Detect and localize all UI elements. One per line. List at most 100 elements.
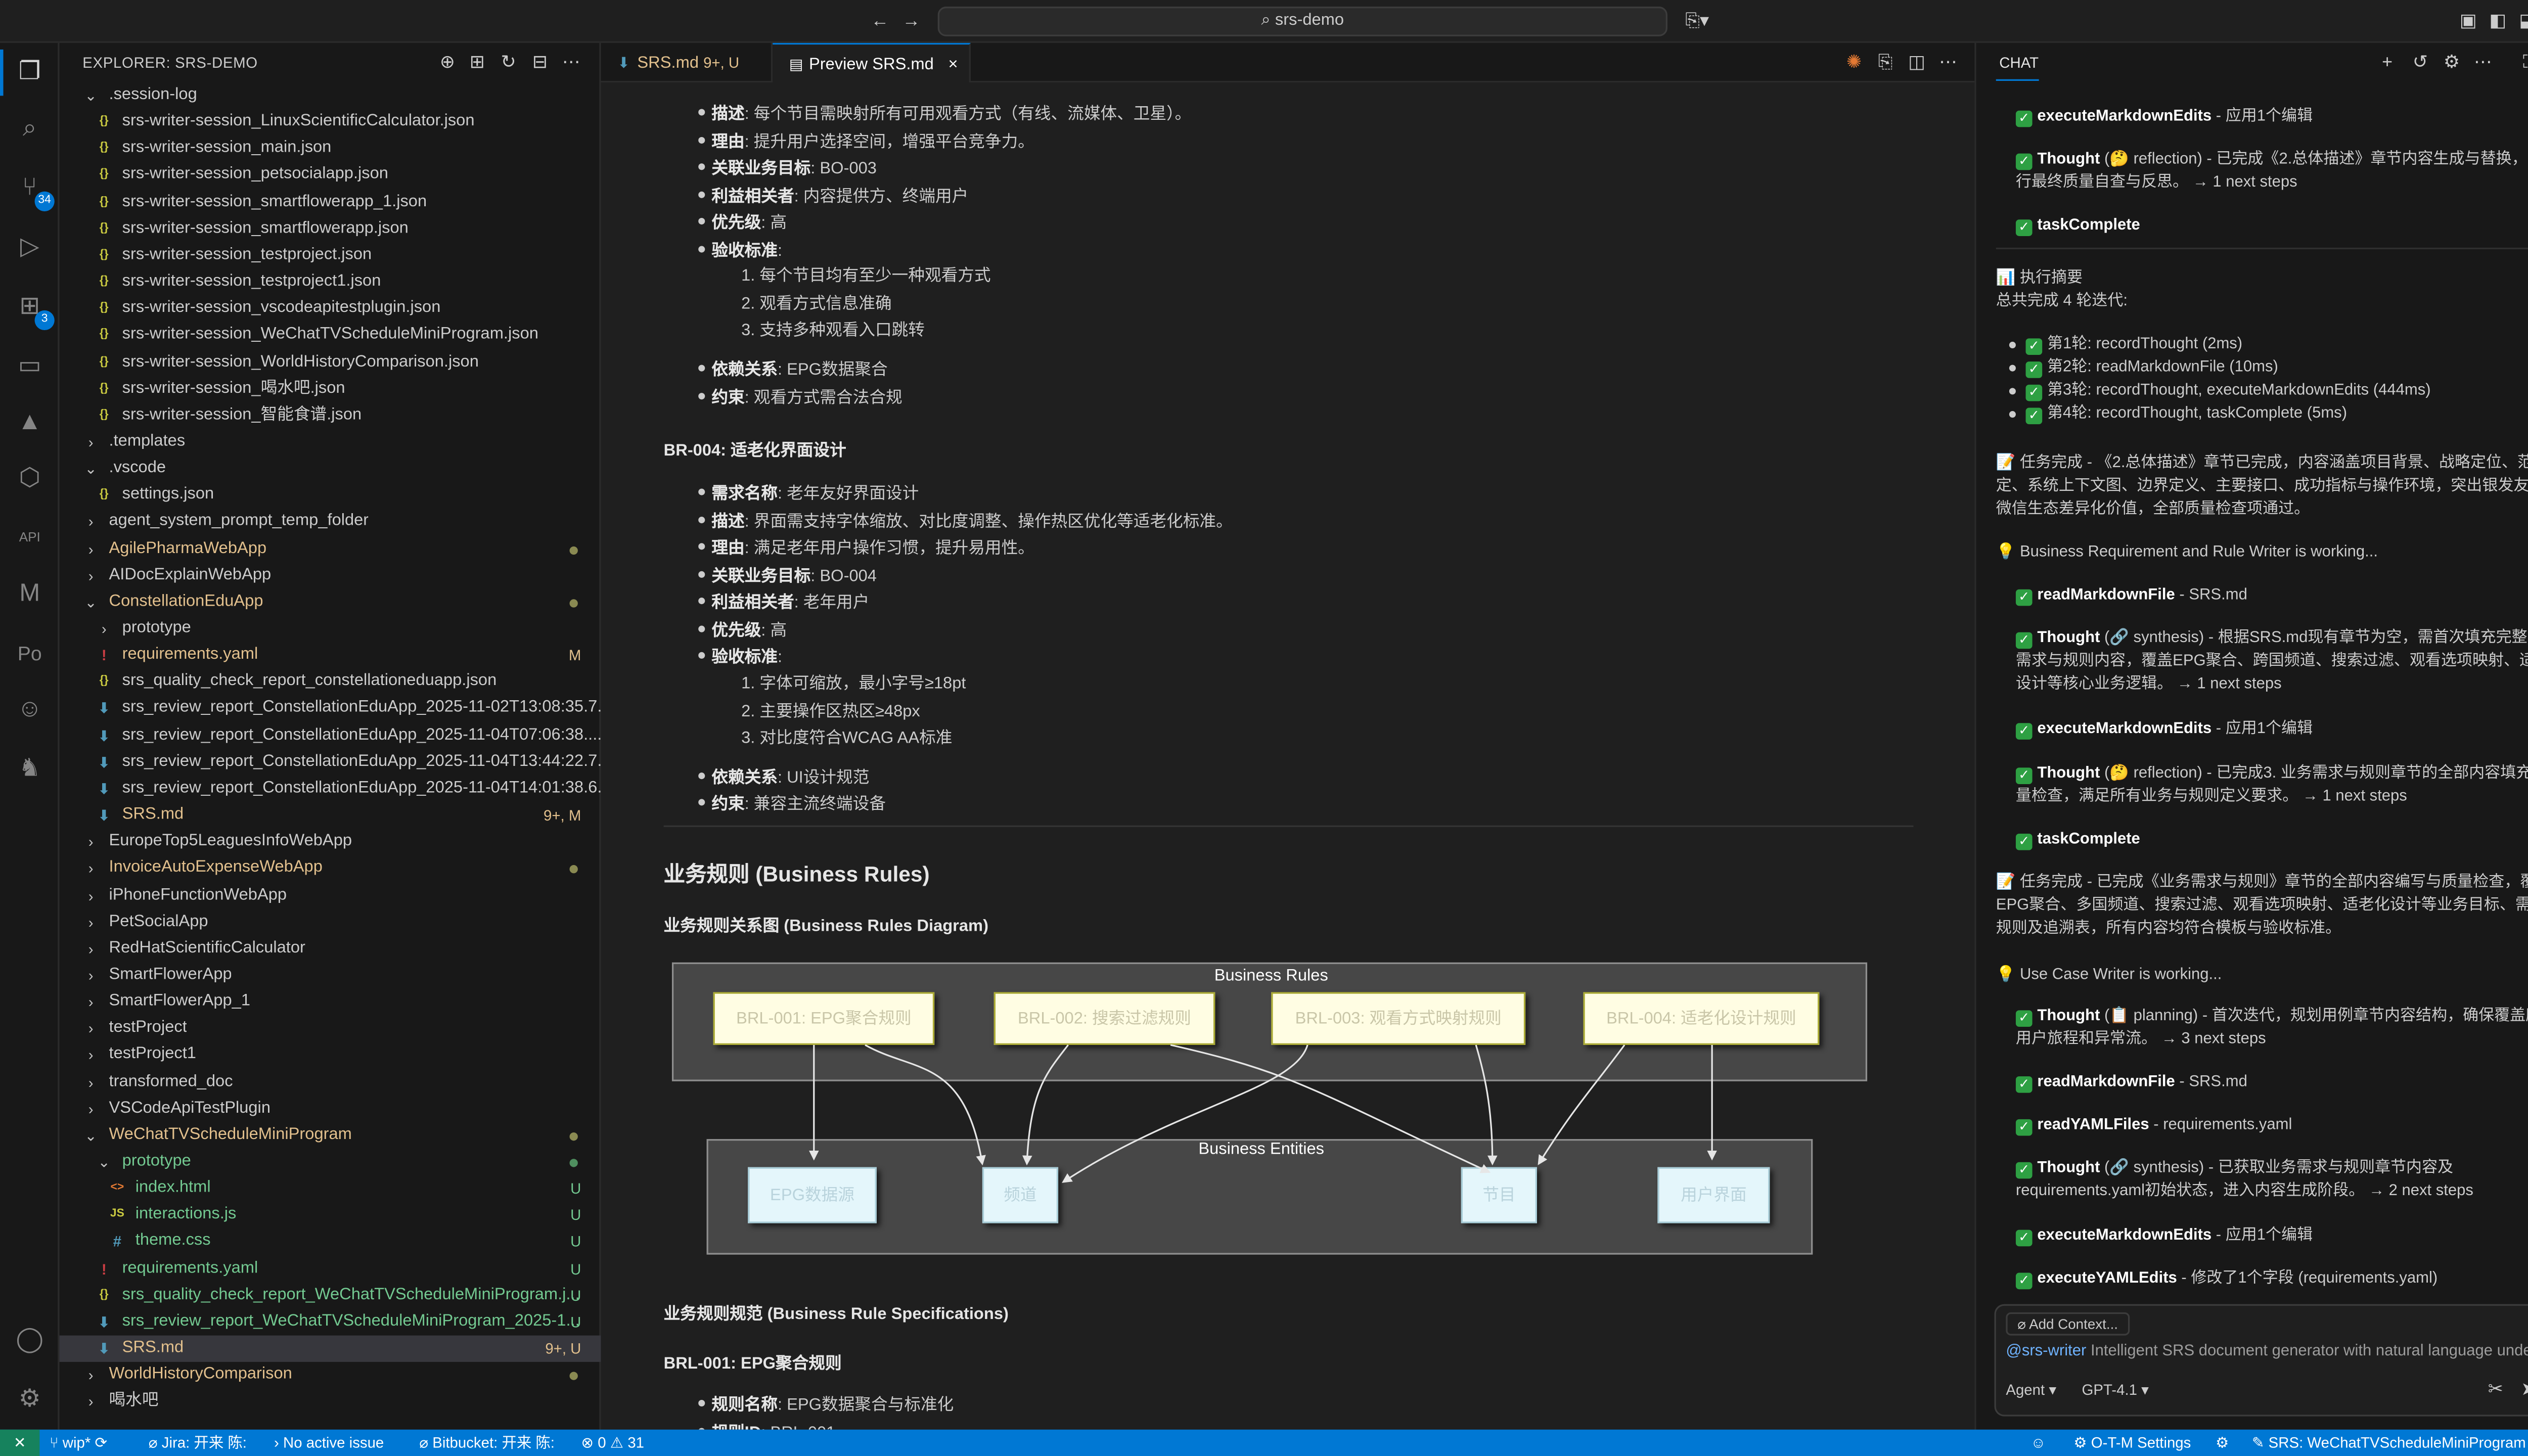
tree-folder[interactable]: › AgilePharmaWebApp [60, 536, 601, 562]
tree-file[interactable]: # theme.css U [60, 1229, 601, 1255]
tree-file[interactable]: {} settings.json [60, 482, 601, 509]
collapse-all-icon[interactable]: ⊟ [528, 51, 552, 74]
tree-folder[interactable]: › iPhoneFunctionWebApp [60, 882, 601, 908]
sync-status-icon[interactable]: ⚙ [2216, 1430, 2229, 1456]
tab-preview-srs-md[interactable]: ▤ Preview SRS.md × [773, 42, 971, 83]
tree-file[interactable]: ⬇ srs_review_report_ConstellationEduApp_2… [60, 776, 601, 802]
add-context-button[interactable]: ⌀ Add Context... [2006, 1312, 2130, 1336]
spark-icon[interactable]: ✺ [1842, 51, 1866, 74]
bot-icon[interactable]: ☺ [10, 690, 50, 730]
new-file-icon[interactable]: ⊕ [436, 51, 459, 74]
command-center-search[interactable]: ⌕ srs-demo [937, 7, 1667, 36]
source-control-icon[interactable]: ⑂ 34 [10, 168, 55, 211]
model-picker[interactable]: GPT-4.1 ▾ [2082, 1382, 2149, 1400]
tree-folder[interactable]: › transformed_doc [60, 1069, 601, 1095]
tree-folder[interactable]: › VSCodeApiTestPlugin [60, 1096, 601, 1122]
send-icon[interactable]: ➤▾ [2521, 1379, 2528, 1400]
tree-folder[interactable]: › InvoiceAutoExpenseWebApp [60, 856, 601, 882]
tree-file[interactable]: {} srs-writer-session_petsocialapp.json [60, 162, 601, 189]
tree-folder[interactable]: › EuropeTop5LeaguesInfoWebApp [60, 829, 601, 855]
search-icon[interactable]: ⌕ [10, 109, 50, 149]
forward-arrow-icon[interactable]: → [900, 10, 923, 33]
account-icon[interactable]: ◯ [10, 1321, 50, 1360]
problems-status[interactable]: ⊗ 0 ⚠ 31 [581, 1430, 644, 1456]
jira-status[interactable]: ⌀ Jira: 开来 陈: [149, 1430, 247, 1456]
run-debug-icon[interactable]: ▷ [10, 228, 50, 267]
tree-file[interactable]: ! requirements.yaml M [60, 643, 601, 669]
tree-folder[interactable]: ⌄ WeChatTVScheduleMiniProgram [60, 1122, 601, 1149]
tree-folder[interactable]: › WorldHistoryComparison [60, 1362, 601, 1388]
refresh-icon[interactable]: ↻ [497, 51, 520, 74]
more-actions-icon[interactable]: ⋯ [560, 51, 583, 74]
bitbucket-status[interactable]: ⌀ Bitbucket: 开来 陈: [419, 1430, 555, 1456]
mode-picker[interactable]: Agent ▾ [2006, 1382, 2056, 1400]
otm-settings[interactable]: ⚙ O-T-M Settings [2073, 1430, 2191, 1456]
tree-file[interactable]: {} srs-writer-session_智能食谱.json [60, 402, 601, 429]
chat-more-icon[interactable]: ⋯ [2471, 51, 2495, 74]
po-icon[interactable]: Po [10, 634, 50, 673]
tree-folder[interactable]: › RedHatScientificCalculator [60, 936, 601, 962]
copilot-status-icon[interactable]: ☺ [2030, 1430, 2046, 1456]
back-arrow-icon[interactable]: ← [869, 10, 892, 33]
tree-file[interactable]: ⬇ srs_review_report_ConstellationEduApp_2… [60, 749, 601, 776]
tree-file[interactable]: {} srs-writer-session_WeChatTVScheduleMin… [60, 323, 601, 349]
customize-layout-icon[interactable]: ▣ [2457, 10, 2480, 33]
tree-file[interactable]: ⬇ SRS.md 9+, M [60, 802, 601, 829]
merge-icon[interactable]: M [10, 574, 50, 614]
tab-srs-md[interactable]: ⬇ SRS.md 9+, U [601, 42, 773, 83]
copilot-icon[interactable]: ⎘▾ [1681, 10, 1713, 33]
tree-file[interactable]: {} srs_quality_check_report_WeChatTVSched… [60, 1282, 601, 1308]
tree-file[interactable]: {} srs-writer-session_vscodeapitestplugin… [60, 296, 601, 322]
tree-file[interactable]: {} srs-writer-session_testproject.json [60, 243, 601, 269]
tree-folder[interactable]: ⌄ ConstellationEduApp [60, 589, 601, 615]
tree-file[interactable]: ⬇ SRS.md 9+, U [59, 1335, 601, 1362]
tree-file[interactable]: {} srs-writer-session_main.json [60, 136, 601, 162]
tree-file[interactable]: ⬇ srs_review_report_ConstellationEduApp_2… [60, 696, 601, 722]
tree-folder[interactable]: ⌄ .vscode [60, 456, 601, 482]
atlassian-icon[interactable]: ▲ [10, 403, 50, 442]
tree-folder[interactable]: › agent_system_prompt_temp_folder [60, 509, 601, 535]
tree-folder[interactable]: › testProject1 [60, 1042, 601, 1069]
tree-folder[interactable]: › testProject [60, 1016, 601, 1042]
settings-gear-icon[interactable]: ⚙ [10, 1380, 50, 1420]
package-icon[interactable]: ⬡ [10, 459, 50, 498]
tree-file[interactable]: {} srs-writer-session_smartflowerapp.json [60, 216, 601, 242]
chat-settings-icon[interactable]: ⚙ [2440, 51, 2463, 74]
tree-file[interactable]: JS interactions.js U [60, 1202, 601, 1228]
tree-folder[interactable]: › SmartFlowerApp [60, 962, 601, 988]
explorer-icon[interactable]: ❐ [10, 53, 50, 92]
srs-project-status[interactable]: ✎ SRS: WeChatTVScheduleMiniProgram [2252, 1430, 2526, 1456]
tree-file[interactable]: <> index.html U [60, 1175, 601, 1202]
toggle-primary-sidebar-icon[interactable]: ◧ [2487, 10, 2510, 33]
tree-file[interactable]: {} srs_quality_check_report_constellation… [60, 669, 601, 695]
extensions-icon[interactable]: ⊞ 3 [10, 287, 55, 331]
tree-folder[interactable]: › prototype [60, 616, 601, 642]
tree-folder[interactable]: › .templates [60, 429, 601, 456]
tree-file[interactable]: ⬇ srs_review_report_ConstellationEduApp_2… [60, 722, 601, 749]
tree-file[interactable]: ! requirements.yaml U [60, 1256, 601, 1282]
tree-file[interactable]: {} srs-writer-session_LinuxScientificCalc… [60, 109, 601, 135]
history-icon[interactable]: ↺ [2409, 51, 2432, 74]
chat-input-text[interactable]: @srs-writer Intelligent SRS document gen… [2006, 1342, 2528, 1360]
tree-folder[interactable]: › SmartFlowerApp_1 [60, 989, 601, 1015]
tools-icon[interactable]: ✂ [2488, 1379, 2503, 1400]
issue-status[interactable]: › No active issue [274, 1430, 384, 1456]
tree-folder[interactable]: › 喝水吧 [60, 1389, 601, 1415]
tree-folder[interactable]: ⌄ .session-log [60, 82, 601, 109]
api-icon[interactable]: API [10, 518, 50, 558]
tree-file[interactable]: {} srs-writer-session_testproject1.json [60, 269, 601, 295]
agent-icon[interactable]: ♞ [10, 749, 50, 789]
tree-file[interactable]: {} srs-writer-session_喝水吧.json [60, 376, 601, 402]
chat-input-box[interactable]: ⌀ Add Context... @srs-writer Intelligent… [1994, 1304, 2528, 1417]
tree-folder[interactable]: ⌄ prototype [60, 1149, 601, 1175]
tree-file[interactable]: {} srs-writer-session_smartflowerapp_1.js… [60, 189, 601, 215]
toggle-panel-icon[interactable]: ⬓ [2516, 10, 2528, 33]
editor-more-icon[interactable]: ⋯ [1936, 51, 1960, 74]
remote-indicator-icon[interactable]: ✕ [0, 1429, 40, 1456]
branch-indicator[interactable]: ⑂ wip* ⟳ [50, 1430, 107, 1456]
tree-file[interactable]: ⬇ srs_review_report_WeChatTVScheduleMiniP… [60, 1309, 601, 1335]
tree-folder[interactable]: › AIDocExplainWebApp [60, 562, 601, 588]
maximize-icon[interactable]: ⛶ [2518, 51, 2528, 74]
tree-file[interactable]: {} srs-writer-session_WorldHistoryCompari… [60, 349, 601, 376]
new-chat-icon[interactable]: + [2376, 51, 2399, 74]
